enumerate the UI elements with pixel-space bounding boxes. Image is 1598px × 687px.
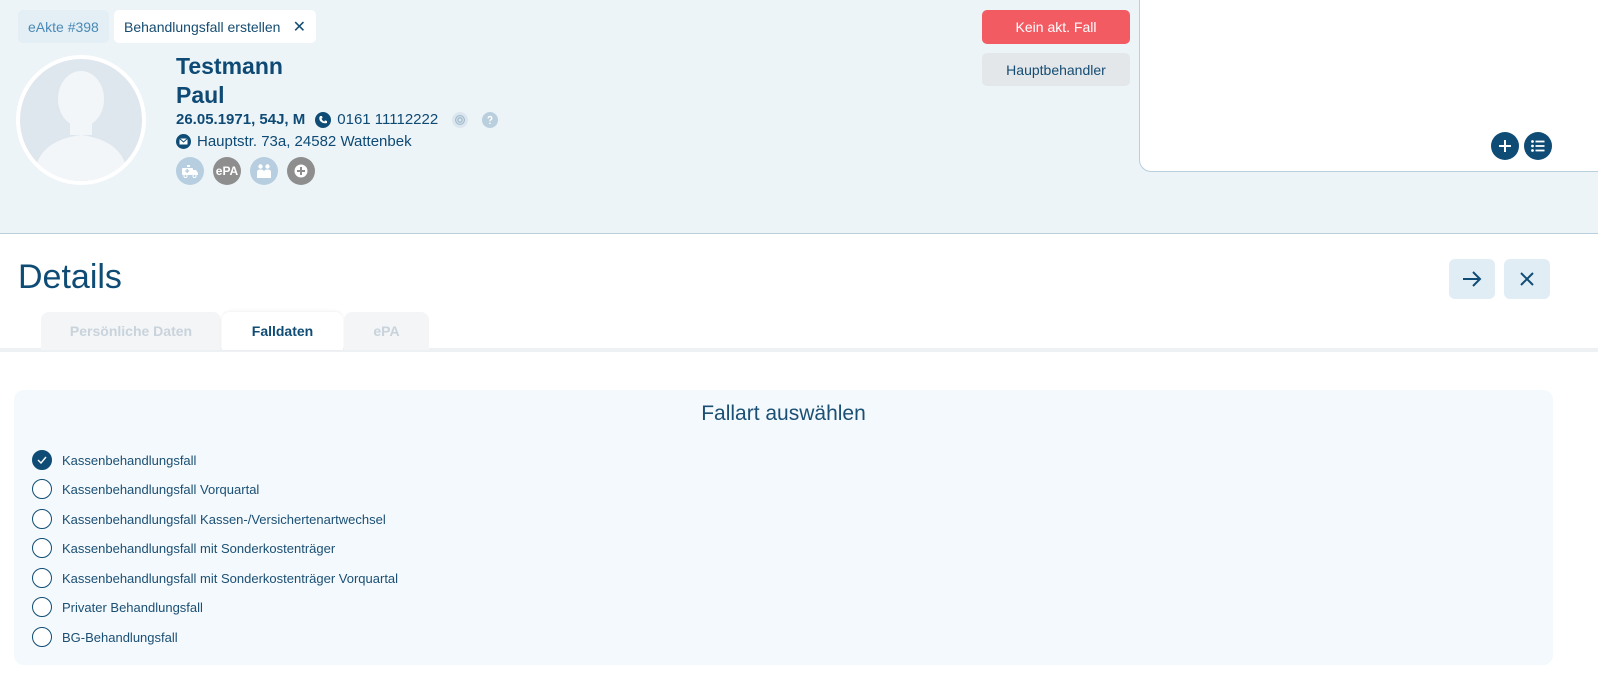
patient-badges: ePA	[176, 157, 315, 185]
radio-unchecked[interactable]	[32, 597, 52, 617]
check-icon	[37, 456, 47, 464]
patient-address: Hauptstr. 73a, 24582 Wattenbek	[197, 133, 412, 150]
tab-falldaten-label: Falldaten	[251, 323, 314, 339]
family-icon[interactable]	[250, 157, 278, 185]
fallart-option[interactable]: Privater Behandlungsfall	[32, 596, 203, 618]
radio-unchecked[interactable]	[32, 568, 52, 588]
fallart-option-label: BG-Behandlungsfall	[62, 629, 178, 645]
tab-epa[interactable]: ePA	[344, 312, 429, 350]
fallart-option[interactable]: Kassenbehandlungsfall mit Sonderkostentr…	[32, 567, 398, 589]
radio-unchecked[interactable]	[32, 479, 52, 499]
tab-persoenliche-daten[interactable]: Persönliche Daten	[41, 312, 221, 350]
hauptbehandler-button[interactable]: Hauptbehandler	[982, 53, 1130, 86]
tab-behandlungsfall-label: Behandlungsfall erstellen	[124, 18, 281, 35]
fallart-option-label: Kassenbehandlungsfall Kassen-/Versichert…	[62, 511, 386, 527]
ambulance-icon[interactable]	[176, 157, 204, 185]
kein-akt-fall-button[interactable]: Kein akt. Fall	[982, 10, 1130, 44]
epa-badge-label: ePA	[215, 164, 239, 178]
tab-behandlungsfall-erstellen[interactable]: Behandlungsfall erstellen ✕	[114, 10, 316, 43]
next-button[interactable]	[1449, 259, 1495, 299]
patient-header: eAkte #398 Behandlungsfall erstellen ✕ T…	[0, 0, 1598, 234]
close-icon[interactable]: ✕	[293, 17, 306, 37]
at-icon[interactable]	[452, 111, 469, 128]
add-badge-icon[interactable]	[287, 157, 315, 185]
mail-icon	[176, 134, 191, 149]
radio-unchecked[interactable]	[32, 627, 52, 647]
fallart-title: Fallart auswählen	[701, 402, 866, 425]
fallart-option-label: Kassenbehandlungsfall	[62, 452, 197, 468]
patient-address-line: Hauptstr. 73a, 24582 Wattenbek	[176, 133, 412, 150]
tab-eakte-label: eAkte #398	[28, 18, 99, 35]
fallart-option[interactable]: BG-Behandlungsfall	[32, 626, 178, 648]
tab-eakte[interactable]: eAkte #398	[18, 10, 109, 43]
radio-checked[interactable]	[32, 450, 52, 470]
fallart-option[interactable]: Kassenbehandlungsfall	[32, 449, 196, 471]
radio-unchecked[interactable]	[32, 509, 52, 529]
fallart-option-label: Privater Behandlungsfall	[62, 599, 203, 615]
list-icon[interactable]	[1524, 132, 1552, 160]
help-icon[interactable]	[482, 111, 499, 128]
fallart-option-label: Kassenbehandlungsfall mit Sonderkostentr…	[62, 570, 399, 586]
radio-unchecked[interactable]	[32, 538, 52, 558]
phone-icon	[315, 111, 332, 128]
patient-phone[interactable]: 0161 11112222	[337, 111, 438, 128]
arrow-right-icon	[1463, 271, 1482, 287]
notes-panel	[1139, 0, 1598, 172]
details-tabbar: Persönliche Daten Falldaten ePA	[0, 312, 1598, 352]
fallart-panel: Fallart auswählen Kassenbehandlungsfall …	[14, 390, 1553, 665]
avatar	[16, 55, 146, 185]
patient-info-line: 26.05.1971, 54J, M 0161 11112222	[176, 111, 499, 128]
person-silhouette-icon	[34, 71, 128, 181]
epa-badge[interactable]: ePA	[213, 157, 241, 185]
add-icon[interactable]	[1491, 132, 1519, 160]
close-details-button[interactable]	[1504, 259, 1550, 299]
fallart-option[interactable]: Kassenbehandlungsfall Kassen-/Versichert…	[32, 508, 386, 530]
fallart-option-label: Kassenbehandlungsfall Vorquartal	[62, 481, 260, 497]
tab-epa-label: ePA	[373, 323, 400, 339]
fallart-option-label: Kassenbehandlungsfall mit Sonderkostentr…	[62, 540, 336, 556]
page-title: Details	[18, 258, 122, 296]
patient-dob: 26.05.1971, 54J, M	[176, 111, 306, 128]
tab-persoenliche-daten-label: Persönliche Daten	[69, 323, 193, 339]
fallart-option[interactable]: Kassenbehandlungsfall mit Sonderkostentr…	[32, 537, 335, 559]
patient-first-name: Paul	[176, 82, 225, 108]
fallart-option[interactable]: Kassenbehandlungsfall Vorquartal	[32, 478, 259, 500]
close-icon	[1520, 272, 1534, 286]
patient-last-name: Testmann	[176, 53, 283, 79]
tab-falldaten[interactable]: Falldaten	[222, 312, 343, 350]
